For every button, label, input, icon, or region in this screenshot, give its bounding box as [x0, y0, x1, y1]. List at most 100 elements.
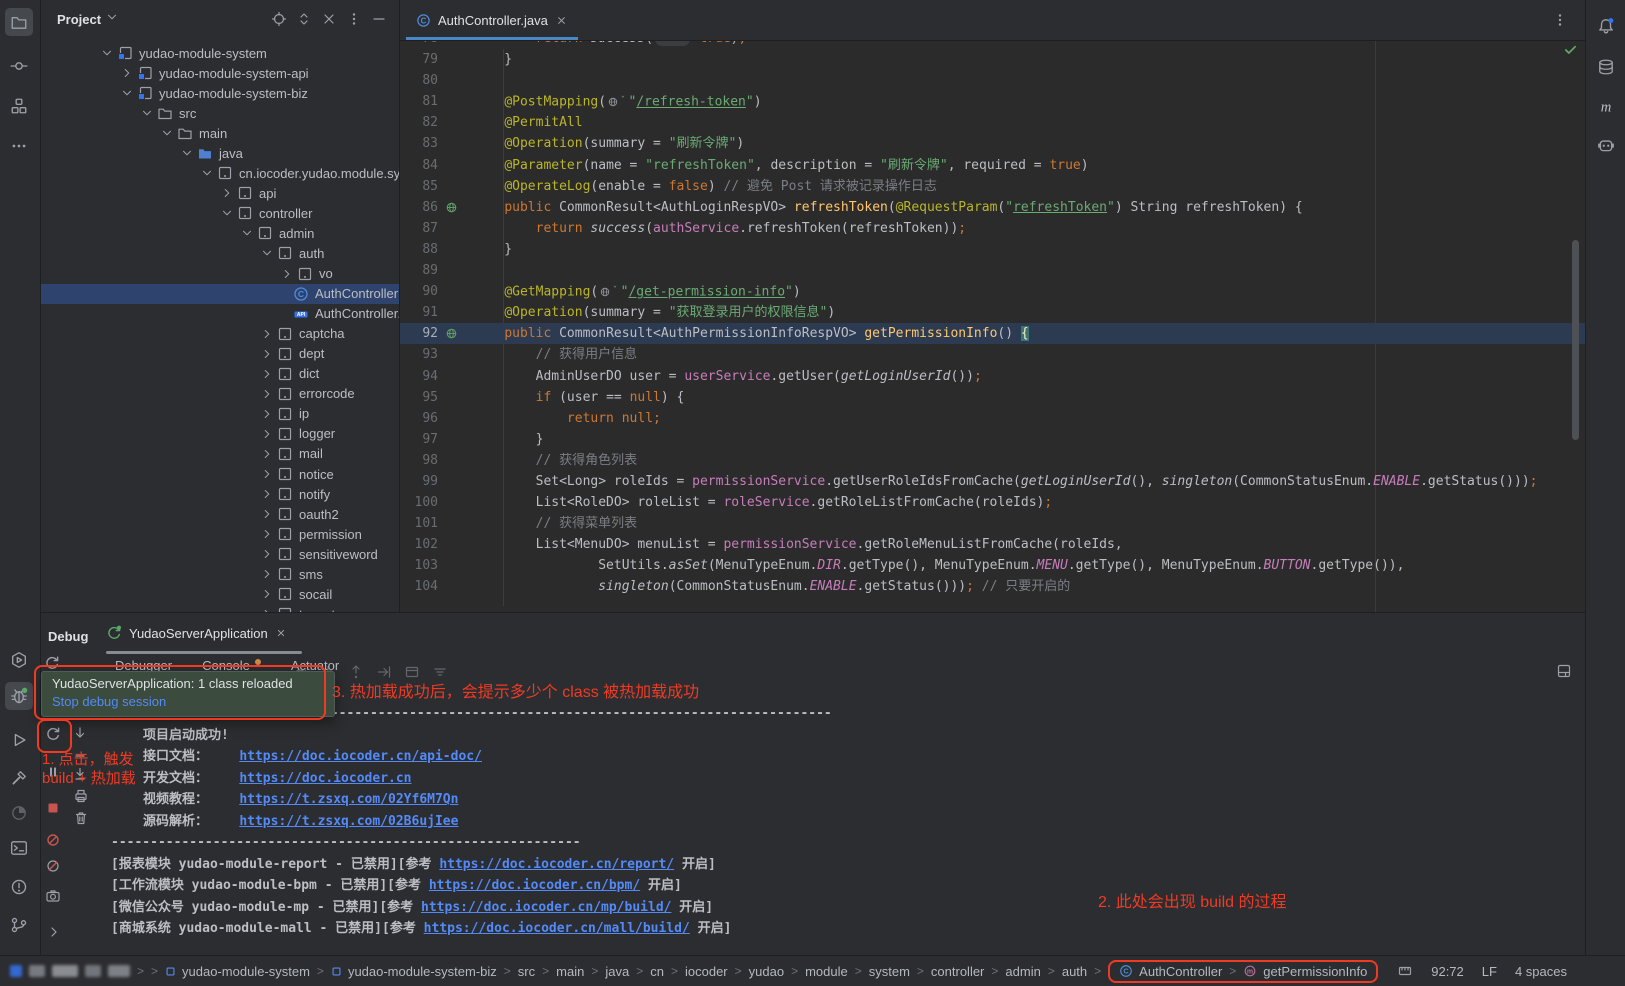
line-number[interactable]: 90 [400, 281, 442, 302]
close-icon[interactable] [275, 627, 287, 639]
console-link[interactable]: https://doc.iocoder.cn [239, 771, 411, 786]
tree-item-auth[interactable]: auth [41, 243, 399, 263]
chevron-right-icon[interactable] [259, 486, 275, 502]
tree-item-src[interactable]: src [41, 103, 399, 123]
down-button[interactable] [72, 725, 88, 741]
mute-breakpoints-button[interactable] [45, 832, 61, 848]
chevron-right-icon[interactable] [259, 506, 275, 522]
breadcrumb-java[interactable]: java [605, 964, 629, 979]
breadcrumb-main[interactable]: main [556, 964, 584, 979]
debug-tool-button[interactable] [5, 682, 33, 710]
tree-item-cn-iocoder-yudao-module-system[interactable]: cn.iocoder.yudao.module.system [41, 163, 399, 183]
run-tool-button[interactable] [5, 726, 33, 754]
line-number[interactable]: 79 [400, 49, 442, 70]
line-number[interactable]: 96 [400, 408, 442, 429]
more-tool-button[interactable] [5, 132, 33, 160]
project-tool-button[interactable] [5, 8, 33, 36]
git-tool-button[interactable] [5, 911, 33, 939]
chevron-right-icon[interactable] [259, 366, 275, 382]
tree-item-dict[interactable]: dict [41, 364, 399, 384]
terminal-tool-button[interactable] [5, 834, 33, 862]
commit-tool-button[interactable] [5, 52, 33, 80]
tree-item-main[interactable]: main [41, 123, 399, 143]
tree-item-notice[interactable]: notice [41, 464, 399, 484]
console-link[interactable]: https://doc.iocoder.cn/bpm/ [429, 878, 640, 893]
line-number[interactable]: 83 [400, 133, 442, 154]
chevron-down-icon[interactable] [199, 165, 215, 181]
globe-inlay-icon[interactable]: ˇ [599, 281, 617, 302]
line-number[interactable]: 92 [400, 323, 442, 344]
api-endpoint-gutter-icon[interactable] [442, 197, 460, 218]
line-number[interactable]: 104 [400, 576, 442, 597]
chevron-right-icon[interactable] [259, 406, 275, 422]
breadcrumb-src[interactable]: src [518, 964, 535, 979]
profiler-tool-button[interactable] [5, 799, 33, 827]
tree-item-notify[interactable]: notify [41, 484, 399, 504]
swap-icon[interactable] [296, 11, 312, 27]
chevron-right-icon[interactable] [259, 566, 275, 582]
tree-item-logger[interactable]: logger [41, 424, 399, 444]
line-ending[interactable]: LF [1482, 964, 1497, 979]
stop-button[interactable] [45, 800, 61, 816]
console-link[interactable]: https://doc.iocoder.cn/mall/build/ [424, 921, 690, 936]
tree-item-yudao-module-system-api[interactable]: yudao-module-system-api [41, 63, 399, 83]
globe-inlay-icon[interactable]: ˇ [607, 91, 625, 112]
chevron-down-icon[interactable] [159, 125, 175, 141]
tree-item-authcontroller[interactable]: CAuthController [41, 284, 399, 304]
chevron-right-icon[interactable] [219, 185, 235, 201]
tree-item-controller[interactable]: controller [41, 203, 399, 223]
line-number[interactable]: 95 [400, 387, 442, 408]
line-number[interactable]: 87 [400, 218, 442, 239]
chevron-down-icon[interactable] [105, 10, 119, 29]
trash-button[interactable] [73, 810, 89, 826]
tree-item-sensitiveword[interactable]: sensitiveword [41, 544, 399, 564]
chevron-down-icon[interactable] [179, 145, 195, 161]
tree-item-vo[interactable]: vo [41, 264, 399, 284]
chevron-down-icon[interactable] [119, 85, 135, 101]
line-number[interactable]: 98 [400, 450, 442, 471]
chevron-right-icon[interactable] [259, 426, 275, 442]
code-editor[interactable]: C AuthController.java 78 return success(… [400, 0, 1585, 612]
project-panel-title[interactable]: Project [57, 12, 101, 27]
tree-item-authcontroller-http[interactable]: APIAuthController.http [41, 304, 399, 324]
chevron-right-icon[interactable] [259, 586, 275, 602]
tree-item-permission[interactable]: permission [41, 524, 399, 544]
console-link[interactable]: https://t.zsxq.com/02Yf6M7Qn [239, 792, 458, 807]
breadcrumb-controller[interactable]: controller [931, 964, 984, 979]
printer-button[interactable] [73, 788, 89, 804]
breadcrumb-authcontroller[interactable]: CAuthController [1119, 964, 1222, 979]
chevron-right-icon[interactable] [259, 446, 275, 462]
layout-settings-icon[interactable] [1556, 663, 1572, 679]
line-number[interactable]: 84 [400, 155, 442, 176]
tree-item-tenant[interactable]: tenant [41, 604, 399, 612]
debug-session-tab[interactable]: YudaoServerApplication [106, 625, 287, 641]
tree-item-mail[interactable]: mail [41, 444, 399, 464]
line-number[interactable]: 82 [400, 112, 442, 133]
line-number[interactable]: 85 [400, 176, 442, 197]
line-number[interactable]: 80 [400, 70, 442, 91]
breadcrumb-cn[interactable]: cn [650, 964, 664, 979]
line-number[interactable]: 86 [400, 197, 442, 218]
database-tool-button[interactable] [1592, 53, 1620, 81]
line-number[interactable]: 81 [400, 91, 442, 112]
chevron-down-icon[interactable] [219, 205, 235, 221]
tree-item-admin[interactable]: admin [41, 223, 399, 243]
chevron-right-icon[interactable] [119, 65, 135, 81]
breadcrumb-yudao[interactable]: yudao [749, 964, 784, 979]
debug-console-output[interactable]: ----------------------------------------… [96, 703, 1576, 940]
tree-item-yudao-module-system-biz[interactable]: yudao-module-system-biz [41, 83, 399, 103]
chevron-right-icon[interactable] [259, 466, 275, 482]
tree-item-captcha[interactable]: captcha [41, 324, 399, 344]
chevron-right-icon[interactable] [259, 326, 275, 342]
indent-setting[interactable]: 4 spaces [1515, 964, 1567, 979]
tree-item-ip[interactable]: ip [41, 404, 399, 424]
line-number[interactable]: 88 [400, 239, 442, 260]
close-icon[interactable] [555, 14, 568, 27]
code-area[interactable]: 78 return success(data: true);79 }8081 @… [400, 41, 1585, 612]
line-number[interactable]: 89 [400, 260, 442, 281]
tree-item-yudao-module-system[interactable]: yudao-module-system [41, 43, 399, 63]
build-tool-button[interactable] [5, 764, 33, 792]
chevron-right-icon[interactable] [279, 266, 295, 282]
line-number[interactable]: 99 [400, 471, 442, 492]
breadcrumb-getpermissioninfo[interactable]: mgetPermissionInfo [1243, 964, 1367, 979]
